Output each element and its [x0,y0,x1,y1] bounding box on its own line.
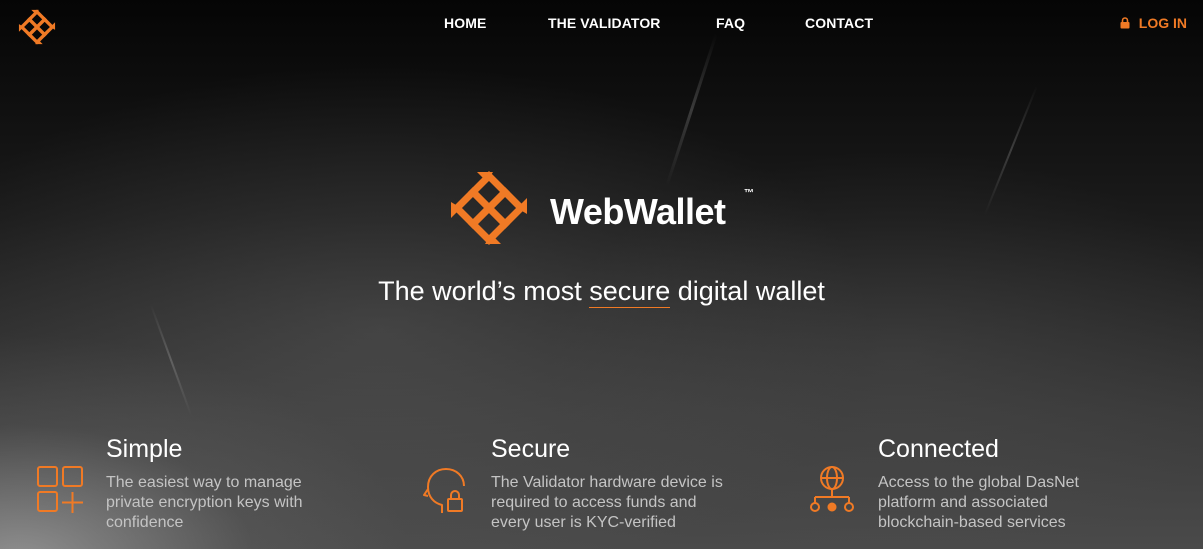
nav-the-validator[interactable]: THE VALIDATOR [548,15,661,31]
nav-home[interactable]: HOME [444,15,486,31]
head-lock-icon [423,468,465,513]
brand-name: WebWallet [550,191,726,232]
globe-network-icon [810,466,854,512]
feature-description: The Validator hardware device is require… [491,474,723,531]
tagline-highlight: secure [589,276,671,308]
feature-title: Connected [878,435,999,463]
login-label: LOG IN [1138,15,1187,31]
hero-background [0,0,1203,549]
nav-faq[interactable]: FAQ [716,15,745,31]
webwallet-star-logo-icon [451,171,527,245]
feature-description: Access to the global DasNet platform and… [878,474,1079,531]
tagline-suffix: digital wallet [670,276,825,306]
login-button[interactable]: LOG IN [1120,15,1187,31]
tagline-prefix: The world’s most [378,276,590,306]
feature-title: Simple [106,435,183,463]
lock-icon [1120,17,1130,29]
hero-tagline: The world’s most secure digital wallet [0,276,1203,308]
nav-contact[interactable]: CONTACT [805,15,873,31]
main-nav: HOME THE VALIDATOR FAQ CONTACT [0,15,1203,33]
feature-title: Secure [491,435,571,463]
grid-plus-icon [37,466,83,513]
feature-description: The easiest way to manage private encryp… [106,474,303,531]
trademark-mark: ™ [744,188,754,199]
